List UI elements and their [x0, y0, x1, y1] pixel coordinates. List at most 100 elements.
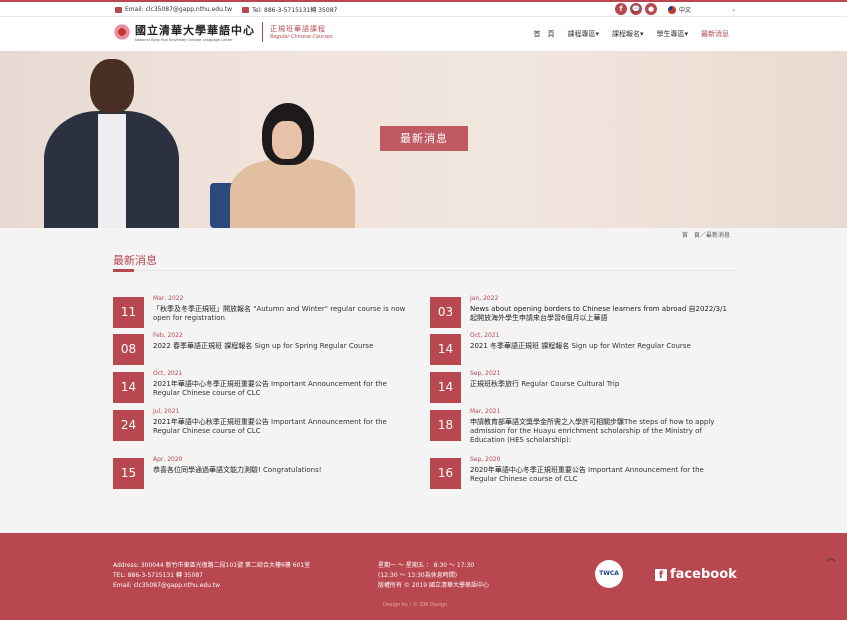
phone-icon [242, 6, 250, 13]
news-text[interactable]: News about opening borders to Chinese le… [470, 305, 730, 323]
breadcrumb[interactable]: 首 頁／最新消息 [682, 230, 730, 239]
facebook-icon: f [655, 568, 667, 581]
news-day-badge: 14 [113, 372, 144, 403]
copyright: 版權所有 © 2019 國立清華大學華語中心 [378, 582, 489, 589]
news-day-badge: 24 [113, 410, 144, 441]
news-desc: Congratulations! [260, 466, 322, 474]
chevron-down-icon: ⌄ [730, 6, 736, 13]
news-text[interactable]: 申請教育部華語文獎學金所需之入學許可相關步驟The steps of how t… [470, 418, 730, 445]
news-title: 2021 冬季華語正規班 課程報名 [470, 342, 570, 350]
logo-text: 國立清華大學華語中心 National Tsing Hua University… [135, 22, 255, 42]
news-day-badge: 08 [113, 334, 144, 365]
hero-photo-man [42, 59, 182, 228]
news-title: 「秋季及冬季正規班」開放報名 [153, 305, 251, 313]
news-title: 恭喜各位同學通過華語文能力測驗! [153, 466, 261, 474]
news-month: Mar, 2022 [153, 295, 184, 302]
news-month: Jan, 2022 [470, 295, 499, 302]
back-to-top-icon[interactable]: ︿ [826, 549, 836, 564]
language-label: 中文 [679, 7, 692, 14]
footer-email[interactable]: Email: clc35087@gapp.nthu.edu.tw [113, 581, 310, 591]
site-footer: Address: 300044 新竹市東區光復路二段101號 第二綜合大樓6樓 … [0, 533, 847, 620]
nav-registration[interactable]: 課程報名▾ [612, 29, 644, 39]
news-text[interactable]: 2020年華語中心冬季正規班重要公告 Important Announcemen… [470, 466, 730, 484]
envelope-icon [115, 6, 122, 13]
news-item[interactable]: 03 Jan, 2022 News about opening borders to… [430, 295, 730, 329]
news-title: 2022 春季華語正規班 課程報名 [153, 342, 253, 350]
news-text[interactable]: 2021年華語中心冬季正規班重要公告 Important Announcemen… [153, 380, 413, 398]
news-desc: Sign up for Spring Regular Course [252, 342, 374, 350]
news-item[interactable]: 24 Jul, 2021 2021年華語中心秋季正規班重要公告 Important … [113, 408, 413, 442]
hero-title: 最新消息 [380, 126, 468, 151]
news-month: Oct, 2021 [470, 332, 500, 339]
site-header: 國立清華大學華語中心 National Tsing Hua University… [0, 17, 847, 51]
main-nav: 首 頁 課程專區▾ 課程報名▾ 學生專區▾ 最新消息 [533, 29, 729, 39]
logo-cn: 國立清華大學華語中心 [135, 24, 255, 37]
news-text[interactable]: 「秋季及冬季正規班」開放報名 "Autumn and Winter" regul… [153, 305, 413, 323]
divider [113, 270, 735, 271]
logo[interactable]: 國立清華大學華語中心 National Tsing Hua University… [113, 22, 333, 42]
news-text[interactable]: 2021年華語中心秋季正規班重要公告 Important Announcemen… [153, 418, 413, 436]
news-day-badge: 18 [430, 410, 461, 441]
news-title: 正規班秋季旅行 [470, 380, 519, 388]
user-icon[interactable]: ● [645, 3, 657, 15]
footer-tel: TEL: 886-3-5715131 轉 35087 [113, 572, 203, 579]
tel-item[interactable]: Tel: 886-3-5715131轉 35087 [242, 5, 337, 14]
email-item[interactable]: Email: clc35087@gapp.nthu.edu.tw [115, 6, 232, 13]
news-month: Apr, 2020 [153, 456, 183, 463]
news-month: Jul, 2021 [153, 408, 180, 415]
logo-subtitle: 正規班華語課程 Regular Chinese Courses [270, 24, 333, 40]
news-day-badge: 16 [430, 458, 461, 489]
nav-courses[interactable]: 課程專區▾ [567, 29, 599, 39]
design-credit[interactable]: Design by / © GW Design [383, 602, 447, 608]
nav-home[interactable]: 首 頁 [533, 29, 554, 39]
facebook-icon[interactable]: f [615, 3, 627, 15]
news-text[interactable]: 2022 春季華語正規班 課程報名 Sign up for Spring Reg… [153, 342, 413, 351]
news-title: 申請教育部華語文獎學金所需之入學許可相關步驟 [470, 418, 624, 426]
news-text[interactable]: 2021 冬季華語正規班 課程報名 Sign up for Winter Reg… [470, 342, 730, 351]
news-item[interactable]: 15 Apr, 2020 恭喜各位同學通過華語文能力測驗! Congratulati… [113, 456, 413, 490]
footer-hours: 星期一 ～ 星期五 ： 8:30 ～ 17:30 (12:30 ～ 13:30為… [378, 561, 489, 591]
news-title: 2021年華語中心冬季正規班重要公告 [153, 380, 269, 388]
news-day-badge: 11 [113, 297, 144, 328]
news-title: News about opening borders to Chinese le… [470, 305, 727, 322]
social-links: f 💬 ● [615, 3, 657, 15]
news-title: 2021年華語中心秋季正規班重要公告 [153, 418, 269, 426]
news-month: Sep, 2020 [470, 456, 501, 463]
footer-contact: Address: 300044 新竹市東區光復路二段101號 第二綜合大樓6樓 … [113, 561, 310, 591]
contact-info: Email: clc35087@gapp.nthu.edu.tw Tel: 88… [115, 5, 337, 14]
news-day-badge: 14 [430, 334, 461, 365]
logo-divider [262, 22, 263, 42]
tel-text: Tel: 886-3-5715131轉 35087 [252, 7, 338, 14]
news-item[interactable]: 14 Sep, 2021 正規班秋季旅行 Regular Course Cultur… [430, 370, 730, 404]
top-bar: Email: clc35087@gapp.nthu.edu.tw Tel: 88… [0, 0, 847, 17]
facebook-link[interactable]: f facebook [655, 567, 737, 582]
chat-icon[interactable]: 💬 [630, 3, 642, 15]
nav-students[interactable]: 學生專區▾ [656, 29, 688, 39]
news-desc: Sign up for Winter Regular Course [569, 342, 691, 350]
news-item[interactable]: 18 Mar, 2021 申請教育部華語文獎學金所需之入學許可相關步驟The ste… [430, 408, 730, 445]
logo-sub-cn: 正規班華語課程 [270, 25, 326, 33]
nav-news[interactable]: 最新消息 [701, 29, 729, 39]
news-item[interactable]: 11 Mar, 2022 「秋季及冬季正規班」開放報名 "Autumn and Wi… [113, 295, 413, 329]
news-item[interactable]: 14 Oct, 2021 2021 冬季華語正規班 課程報名 Sign up for… [430, 332, 730, 366]
news-text[interactable]: 恭喜各位同學通過華語文能力測驗! Congratulations! [153, 466, 413, 475]
news-day-badge: 14 [430, 372, 461, 403]
news-item[interactable]: 08 Feb, 2022 2022 春季華語正規班 課程報名 Sign up for… [113, 332, 413, 366]
news-day-badge: 15 [113, 458, 144, 489]
title-underline [113, 269, 134, 272]
hero-photo-woman [210, 103, 360, 228]
news-month: Feb, 2022 [153, 332, 183, 339]
twca-badge[interactable]: TWCA [595, 560, 623, 588]
news-day-badge: 03 [430, 297, 461, 328]
news-item[interactable]: 14 Oct, 2021 2021年華語中心冬季正規班重要公告 Important … [113, 370, 413, 404]
language-select[interactable]: 中文 ⌄ [668, 4, 736, 15]
email-text: Email: clc35087@gapp.nthu.edu.tw [125, 6, 233, 13]
news-title: 2020年華語中心冬季正規班重要公告 [470, 466, 586, 474]
facebook-label: facebook [670, 567, 737, 582]
office-hours: 星期一 ～ 星期五 ： 8:30 ～ 17:30 [378, 562, 475, 569]
news-item[interactable]: 16 Sep, 2020 2020年華語中心冬季正規班重要公告 Important … [430, 456, 730, 490]
page-title: 最新消息 [113, 254, 157, 267]
logo-sub-en: Regular Chinese Courses [270, 34, 333, 40]
news-desc: Regular Course Cultural Trip [519, 380, 620, 388]
news-text[interactable]: 正規班秋季旅行 Regular Course Cultural Trip [470, 380, 730, 389]
